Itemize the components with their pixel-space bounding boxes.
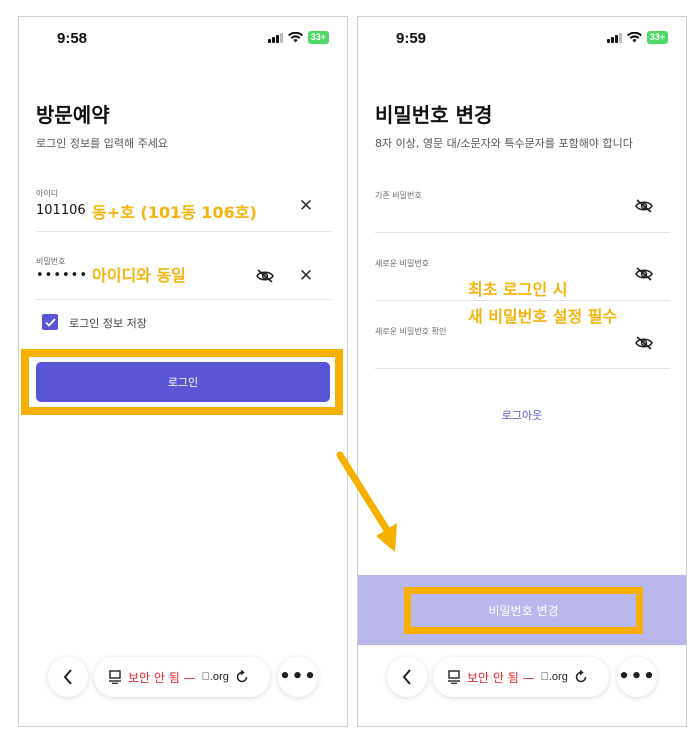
clear-icon[interactable]: ✕ — [295, 265, 317, 287]
annotation-line-2: 새 비밀번호 설정 필수 — [468, 307, 618, 326]
page-title: 비밀번호 변경 — [375, 103, 493, 127]
eye-off-icon[interactable] — [633, 332, 655, 354]
back-icon[interactable] — [387, 657, 427, 697]
password-annotation: 아이디와 동일 — [92, 266, 186, 285]
confirm-password-label: 새로운 비밀번호 확인 — [375, 327, 447, 336]
logout-link[interactable]: 로그아웃 — [358, 407, 686, 423]
wifi-icon — [626, 32, 642, 43]
reload-icon — [236, 670, 248, 683]
change-password-screen: 9:59 33+ 비밀번호 변경 8자 이상, 영문 대/소문자와 특수문자를 … — [357, 16, 687, 727]
signal-icon — [606, 32, 622, 43]
reader-icon — [109, 670, 121, 684]
password-label: 비밀번호 — [36, 257, 66, 266]
status-icons: 33+ — [606, 31, 668, 44]
annotation-line-1: 최초 로그인 시 — [468, 280, 568, 299]
id-field[interactable]: 아이디 101106 동+호 (101동 106호) ✕ — [36, 185, 331, 232]
status-icons: 33+ — [267, 31, 329, 44]
current-password-field[interactable]: 기존 비밀번호 — [375, 187, 670, 233]
id-value: 101106 — [36, 203, 86, 218]
password-value: •••••• — [36, 268, 89, 283]
address-bar[interactable]: 보안 안 됨 —  .org — [94, 657, 270, 697]
confirm-password-field[interactable]: 새로운 비밀번호 확인 — [375, 323, 670, 369]
status-time: 9:59 — [396, 30, 427, 47]
clear-icon[interactable]: ✕ — [295, 195, 317, 217]
change-password-button[interactable]: 비밀번호 변경 — [404, 587, 643, 634]
battery-indicator: 33+ — [646, 31, 668, 44]
signal-icon — [267, 32, 283, 43]
password-field[interactable]: 비밀번호 •••••• 아이디와 동일 ✕ — [36, 253, 331, 300]
status-time: 9:58 — [57, 30, 88, 47]
current-password-label: 기존 비밀번호 — [375, 191, 422, 200]
remember-checkbox[interactable] — [42, 314, 58, 330]
login-button[interactable]: 로그인 — [36, 362, 330, 402]
address-bar[interactable]: 보안 안 됨 —  .org — [433, 657, 609, 697]
security-warning: 보안 안 됨 — — [467, 670, 535, 685]
id-annotation: 동+호 (101동 106호) — [92, 203, 257, 222]
page-title: 방문예약 — [36, 103, 110, 127]
id-label: 아이디 — [36, 189, 59, 198]
security-warning: 보안 안 됨 — — [128, 670, 196, 685]
browser-toolbar: 보안 안 됨 —  .org ••• — [358, 657, 686, 703]
browser-toolbar: 보안 안 됨 —  .org ••• — [19, 657, 347, 703]
eye-off-icon[interactable] — [633, 195, 655, 217]
url-domain:  .org — [540, 671, 568, 683]
reader-icon — [448, 670, 460, 684]
checkmark-icon — [44, 317, 56, 327]
reload-icon — [575, 670, 587, 683]
login-screen: 9:58 33+ 방문예약 로그인 정보를 입력해 주세요 아이디 101106… — [18, 16, 348, 727]
wifi-icon — [287, 32, 303, 43]
new-password-label: 새로운 비밀번호 — [375, 259, 430, 268]
back-icon[interactable] — [48, 657, 88, 697]
eye-off-icon[interactable] — [254, 265, 276, 287]
more-icon[interactable]: ••• — [617, 657, 657, 697]
more-icon[interactable]: ••• — [278, 657, 318, 697]
url-domain:  .org — [201, 671, 229, 683]
remember-label: 로그인 정보 저장 — [69, 317, 147, 330]
page-subtitle: 로그인 정보를 입력해 주세요 — [36, 137, 168, 150]
eye-off-icon[interactable] — [633, 263, 655, 285]
page-subtitle: 8자 이상, 영문 대/소문자와 특수문자를 포함해야 합니다 — [375, 137, 633, 150]
battery-indicator: 33+ — [307, 31, 329, 44]
